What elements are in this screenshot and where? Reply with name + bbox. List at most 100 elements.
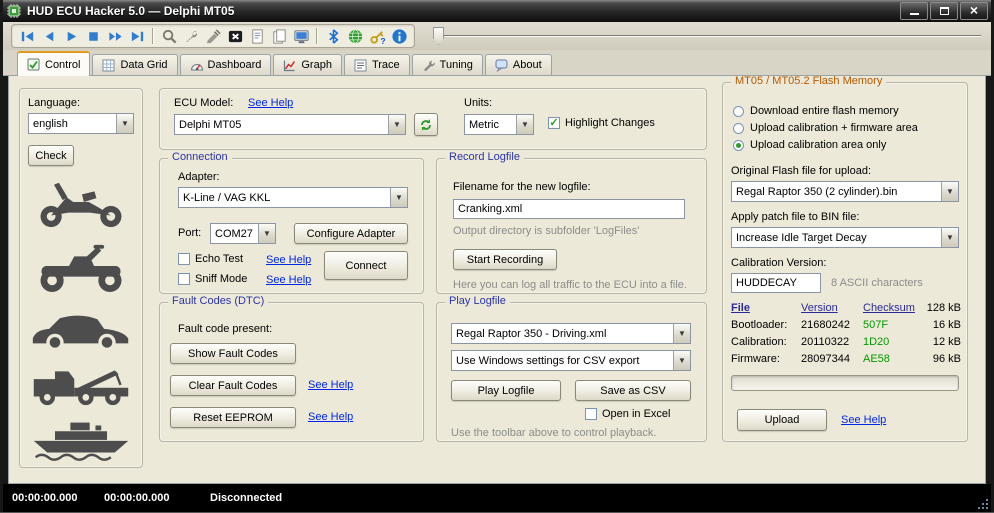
tab-graph[interactable]: Graph: [273, 54, 342, 75]
open-in-excel-label: Open in Excel: [602, 408, 670, 420]
chevron-down-icon[interactable]: ▼: [941, 182, 958, 201]
start-recording-button[interactable]: Start Recording: [453, 249, 557, 270]
tab-trace[interactable]: Trace: [344, 54, 410, 75]
units-value: Metric: [465, 115, 516, 134]
logfile-name-input[interactable]: [453, 199, 685, 219]
col-checksum[interactable]: Checksum: [863, 302, 923, 314]
chevron-down-icon[interactable]: ▼: [673, 324, 690, 343]
tab-about[interactable]: About: [485, 54, 552, 75]
flash-table-row: Bootloader:21680242507F16 kB: [731, 316, 961, 333]
resize-grip[interactable]: [976, 497, 989, 510]
nav-stop-icon[interactable]: [83, 26, 103, 46]
radio-upload-calibration-firmware-area[interactable]: Upload calibration + firmware area: [733, 122, 918, 134]
flash-table-cell: Bootloader:: [731, 319, 801, 331]
save-as-csv-button[interactable]: Save as CSV: [575, 380, 691, 401]
chevron-down-icon[interactable]: ▼: [258, 224, 275, 243]
play-logfile-group: Play Logfile Regal Raptor 350 - Driving.…: [436, 302, 707, 442]
original-flash-select[interactable]: Regal Raptor 350 (2 cylinder).bin ▼: [731, 181, 959, 202]
col-version[interactable]: Version: [801, 302, 863, 314]
toolbar-icon-tray: ?: [11, 24, 415, 48]
connect-button[interactable]: Connect: [324, 251, 408, 280]
chevron-down-icon[interactable]: ▼: [941, 228, 958, 247]
radio-download-entire-flash-memory[interactable]: Download entire flash memory: [733, 105, 899, 117]
ecu-see-help-link[interactable]: See Help: [248, 97, 293, 109]
check-language-button[interactable]: Check: [28, 145, 74, 166]
slider-track[interactable]: [433, 35, 981, 37]
configure-adapter-button[interactable]: Configure Adapter: [294, 223, 408, 244]
chevron-down-icon[interactable]: ▼: [673, 351, 690, 370]
minimize-button[interactable]: [900, 2, 928, 20]
playback-slider[interactable]: [431, 25, 983, 47]
bluetooth-icon[interactable]: [323, 26, 343, 46]
logfile-name-label: Filename for the new logfile:: [453, 181, 591, 193]
port-select[interactable]: COM27 ▼: [210, 223, 276, 244]
echo-test-checkbox[interactable]: Echo Test: [178, 253, 243, 265]
radio-icon: [733, 123, 744, 134]
units-select[interactable]: Metric ▼: [464, 114, 534, 135]
show-fault-codes-button[interactable]: Show Fault Codes: [170, 343, 296, 364]
globe-icon[interactable]: [345, 26, 365, 46]
radio-label: Download entire flash memory: [750, 105, 899, 117]
nav-prev-icon[interactable]: [39, 26, 59, 46]
tab-dashboard[interactable]: Dashboard: [180, 54, 272, 75]
clear-fault-codes-button[interactable]: Clear Fault Codes: [170, 375, 296, 396]
nav-last-icon[interactable]: [127, 26, 147, 46]
fault-codes-group-title: Fault Codes (DTC): [168, 295, 268, 307]
adapter-select[interactable]: K-Line / VAG KKL ▼: [178, 187, 408, 208]
key-help-icon[interactable]: ?: [367, 26, 387, 46]
flash-memory-group-title: MT05 / MT05.2 Flash Memory: [731, 76, 886, 87]
highlight-changes-checkbox[interactable]: Highlight Changes: [548, 117, 655, 129]
nav-first-icon[interactable]: [17, 26, 37, 46]
tab-label: About: [513, 59, 542, 71]
close-button[interactable]: ×: [960, 2, 988, 20]
upload-progress-bar: [731, 375, 959, 391]
upload-button[interactable]: Upload: [737, 409, 827, 431]
radio-label: Upload calibration area only: [750, 139, 886, 151]
magnifier-icon[interactable]: [159, 26, 179, 46]
chevron-down-icon[interactable]: ▼: [388, 115, 405, 134]
reset-eeprom-button[interactable]: Reset EEPROM: [170, 407, 296, 428]
ecu-model-label: ECU Model:: [174, 97, 233, 109]
clear-fault-help-link[interactable]: See Help: [308, 379, 353, 391]
sniff-mode-checkbox[interactable]: Sniff Mode: [178, 273, 247, 285]
refresh-ecu-button[interactable]: [414, 113, 438, 136]
slider-thumb[interactable]: [433, 27, 444, 45]
sniff-mode-label: Sniff Mode: [195, 273, 247, 285]
logfile-select[interactable]: Regal Raptor 350 - Driving.xml ▼: [451, 323, 691, 344]
open-in-excel-checkbox[interactable]: Open in Excel: [585, 408, 670, 420]
nav-play-icon[interactable]: [61, 26, 81, 46]
tab-control[interactable]: Control: [17, 51, 90, 76]
csv-settings-select[interactable]: Use Windows settings for CSV export ▼: [451, 350, 691, 371]
maximize-button[interactable]: [930, 2, 958, 20]
chevron-down-icon[interactable]: ▼: [516, 115, 533, 134]
tab-data-grid[interactable]: Data Grid: [92, 54, 177, 75]
reset-eeprom-help-link[interactable]: See Help: [308, 411, 353, 423]
col-file[interactable]: File: [731, 302, 801, 314]
echo-test-help-link[interactable]: See Help: [266, 254, 311, 266]
chevron-down-icon[interactable]: ▼: [116, 114, 133, 133]
screen-icon[interactable]: [291, 26, 311, 46]
document-icon[interactable]: [247, 26, 267, 46]
tab-tuning[interactable]: Tuning: [412, 54, 483, 75]
radio-upload-calibration-area-only[interactable]: Upload calibration area only: [733, 139, 886, 151]
chevron-down-icon[interactable]: ▼: [390, 188, 407, 207]
upload-help-link[interactable]: See Help: [841, 414, 886, 426]
title-bar[interactable]: HUD ECU Hacker 5.0 — Delphi MT05 ×: [3, 0, 991, 22]
logfile-value: Regal Raptor 350 - Driving.xml: [452, 324, 673, 343]
nav-fastforward-icon[interactable]: [105, 26, 125, 46]
info-icon[interactable]: [389, 26, 409, 46]
minimize-icon: [910, 8, 919, 15]
sniff-mode-help-link[interactable]: See Help: [266, 274, 311, 286]
play-logfile-button[interactable]: Play Logfile: [451, 380, 561, 401]
checkbox-icon: [178, 253, 190, 265]
ecu-model-select[interactable]: Delphi MT05 ▼: [174, 114, 406, 135]
language-select[interactable]: english ▼: [28, 113, 134, 134]
copy-icon[interactable]: [269, 26, 289, 46]
echo-test-label: Echo Test: [195, 253, 243, 265]
patch-file-select[interactable]: Increase Idle Target Decay ▼: [731, 227, 959, 248]
wrench-icon[interactable]: [181, 26, 201, 46]
syringe-icon[interactable]: [203, 26, 223, 46]
units-label: Units:: [464, 97, 492, 109]
calibration-version-input[interactable]: [731, 273, 821, 293]
delete-x-icon[interactable]: [225, 26, 245, 46]
